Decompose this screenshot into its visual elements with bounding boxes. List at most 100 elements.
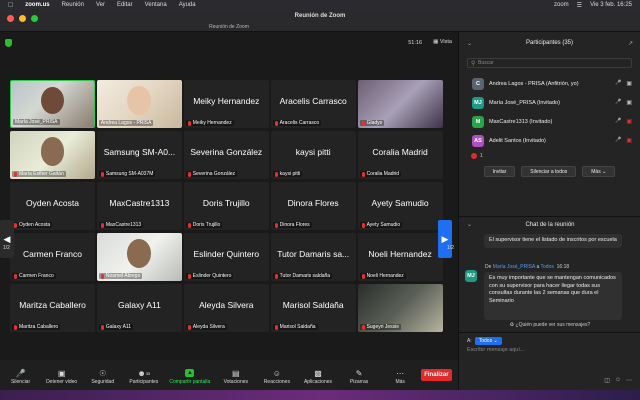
- stop-video-button[interactable]: ▣ Detener video: [41, 368, 82, 386]
- video-tile[interactable]: Maritza Caballero Maritza Caballero: [10, 284, 95, 332]
- file-icon[interactable]: ◫: [604, 377, 610, 384]
- tile-display-name: Noeli Hernandez: [368, 249, 432, 259]
- tile-label-text: Aracelis Carrasco: [279, 120, 320, 126]
- share-screen-button[interactable]: ▲ Compartir pantalla: [164, 369, 215, 385]
- view-button[interactable]: ▦ Vista: [433, 39, 452, 45]
- tile-label-text: MaxCastre1313: [105, 222, 142, 228]
- tile-label-text: Gladys: [366, 120, 383, 126]
- tile-name-label: Gladys: [359, 120, 385, 126]
- chat-sender-avatar: MJ: [465, 270, 477, 282]
- tile-label-text: Andrea Lagos - PRISA: [100, 120, 152, 126]
- video-tile[interactable]: Dinora Flores Dinora Flores: [270, 182, 356, 230]
- security-shield-icon[interactable]: [5, 39, 12, 47]
- participant-name: María José_PRISA (Invitado): [489, 99, 560, 106]
- video-tile[interactable]: Noeli Hernandez Noeli Hernandez: [357, 233, 443, 281]
- chat-meta-from: De: [485, 264, 492, 270]
- end-meeting-button[interactable]: Finalizar: [420, 369, 453, 381]
- video-off-icon: ▣: [626, 119, 632, 125]
- tile-display-name: Marisol Saldaña: [282, 300, 344, 310]
- apple-icon[interactable]: : [8, 2, 13, 9]
- emoji-icon[interactable]: ☺: [615, 377, 621, 384]
- tile-label-text: Dinora Flores: [279, 222, 310, 228]
- participant-row[interactable]: AS Adelit Santos (Invitado) 🎤 ▣: [459, 131, 640, 150]
- menu-item-ver[interactable]: Ver: [96, 2, 105, 8]
- chevron-left-icon: ◀: [3, 233, 11, 244]
- wifi-icon[interactable]: ☰: [577, 2, 582, 9]
- video-tile[interactable]: Tutor Damaris sa... Tutor Damaris saldaña: [270, 233, 356, 281]
- video-tile[interactable]: Eslinder Quintero Eslinder Quintero: [183, 233, 269, 281]
- video-tile[interactable]: María Esther Gaitán: [10, 131, 95, 179]
- chat-meta-to-word: a: [536, 264, 540, 270]
- tile-name-label: Aleyda Silvera: [185, 324, 227, 330]
- chat-time: 16:18: [556, 264, 570, 270]
- participants-button[interactable]: ☻ 35 Participantes: [123, 369, 164, 386]
- recipient-select[interactable]: Todos ⌄: [474, 337, 502, 345]
- tile-name-label: MaxCastre1313: [98, 222, 144, 228]
- menu-item-ayuda[interactable]: Ayuda: [179, 2, 196, 8]
- video-tile[interactable]: Samsung SM-A0... Samsung SM-A037M: [96, 131, 182, 179]
- whiteboard-button[interactable]: ✎ Pizarras: [339, 369, 380, 386]
- collapse-chevron-icon[interactable]: ⌄: [467, 40, 472, 47]
- video-tile[interactable]: María José_PRISA: [10, 80, 95, 128]
- video-tile[interactable]: kaysi pitti kaysi pitti: [270, 131, 356, 179]
- more-button[interactable]: ⋯ Más: [380, 369, 421, 386]
- tile-label-text: Tutor Damaris saldaña: [279, 273, 331, 279]
- menu-item-reunion[interactable]: Reunión: [62, 2, 84, 8]
- invite-button[interactable]: Invitar: [483, 166, 516, 177]
- participants-search-input[interactable]: ⚲ Buscar: [467, 58, 632, 68]
- reactions-label: Reacciones: [263, 379, 290, 385]
- tile-display-name: Aracelis Carrasco: [279, 96, 347, 106]
- participant-row[interactable]: C Andrea Lagos - PRISA (Anfitrión, yo) 🎤 ▣: [459, 74, 640, 93]
- chat-input[interactable]: Escribir mensaje aquí...: [467, 347, 524, 353]
- mic-muted-icon: [14, 324, 17, 330]
- mic-icon: 🎤: [615, 80, 622, 86]
- video-icon: ▣: [57, 368, 66, 378]
- video-tile[interactable]: Severina González Severina González: [183, 131, 269, 179]
- video-tile[interactable]: Doris Trujillo Doris Trujillo: [183, 182, 269, 230]
- video-icon: ▣: [626, 81, 632, 87]
- polls-button[interactable]: ▤ Votaciones: [215, 369, 256, 386]
- window-titlebar: Reunión de Zoom Reunión de Zoom: [0, 10, 640, 32]
- menu-app-name[interactable]: zoom.us: [25, 2, 49, 8]
- popout-icon[interactable]: ↗: [628, 40, 633, 47]
- reactions-button[interactable]: ☺ Reacciones: [256, 369, 297, 386]
- security-button[interactable]: ☉ Seguridad: [82, 369, 123, 386]
- video-tile[interactable]: Sugeyri Jessie: [357, 284, 443, 332]
- tile-display-name: MaxCastre1313: [109, 198, 170, 208]
- chat-recipient[interactable]: Todos: [541, 264, 554, 270]
- video-tile[interactable]: MaxCastre1313 MaxCastre1313: [96, 182, 182, 230]
- apps-button[interactable]: ▩ Aplicaciones: [297, 369, 338, 386]
- chat-sender[interactable]: María José_PRISA: [493, 264, 535, 270]
- video-tile[interactable]: Noamel Abrego: [96, 233, 182, 281]
- participant-row[interactable]: M MaxCastre1313 (Invitado) 🎤 ▣: [459, 112, 640, 131]
- video-tile[interactable]: Marisol Saldaña Marisol Saldaña: [270, 284, 356, 332]
- video-tile[interactable]: Galaxy A11 Galaxy A11: [96, 284, 182, 332]
- video-tile[interactable]: Oyden Acosta Oyden Acosta: [10, 182, 95, 230]
- next-page-button[interactable]: ▶: [438, 220, 452, 258]
- tile-name-label: Samsung SM-A037M: [98, 171, 156, 177]
- video-tile[interactable]: Carmen Franco Carmen Franco: [10, 233, 95, 281]
- video-tile[interactable]: Meiky Hernandez Meiky Hernandez: [183, 80, 269, 128]
- video-tile[interactable]: Aleyda Silvera Aleyda Silvera: [183, 284, 269, 332]
- menu-item-ventana[interactable]: Ventana: [145, 2, 167, 8]
- video-tile[interactable]: Gladys: [357, 80, 443, 128]
- participant-row[interactable]: MJ María José_PRISA (Invitado) 🎤 ▣: [459, 93, 640, 112]
- video-tile[interactable]: Andrea Lagos - PRISA: [96, 80, 182, 128]
- mute-button[interactable]: 🎤 Silenciar: [0, 369, 41, 386]
- participants-more-button[interactable]: Más ⌄: [582, 166, 616, 177]
- menu-item-editar[interactable]: Editar: [117, 2, 133, 8]
- prev-page-button[interactable]: ◀: [0, 220, 14, 258]
- menubar-clock[interactable]: Vie 3 feb. 16:25: [590, 2, 632, 8]
- tile-display-name: Severina González: [190, 147, 263, 157]
- video-tile[interactable]: Ayety Samudio Ayety Samudio: [357, 182, 443, 230]
- tile-label-text: Noeli Hernandez: [366, 273, 404, 279]
- video-tile[interactable]: Coralia Madrid Coralia Madrid: [357, 131, 443, 179]
- video-tile[interactable]: Aracelis Carrasco Aracelis Carrasco: [270, 80, 356, 128]
- chat-collapse-chevron-icon[interactable]: ⌄: [467, 221, 472, 228]
- mute-all-button[interactable]: Silenciar a todos: [521, 166, 577, 177]
- zoom-status-icon[interactable]: zoom: [554, 2, 569, 8]
- chat-header: ⌄ Chat de la reunión: [459, 216, 640, 232]
- desktop-background: [0, 390, 640, 400]
- more-icon[interactable]: ⋯: [626, 377, 632, 384]
- chat-privacy-link[interactable]: ♻ ¿Quién puede ver sus mensajes?: [459, 322, 640, 328]
